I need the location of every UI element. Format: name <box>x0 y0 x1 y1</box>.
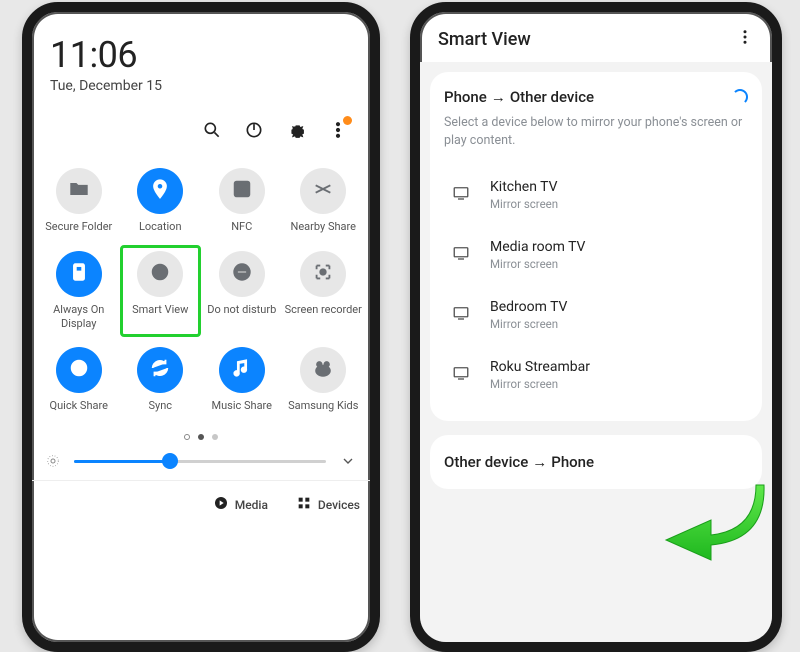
tile-samsung-kids[interactable]: Samsung Kids <box>283 339 365 422</box>
tile-secure-folder[interactable]: Secure Folder <box>38 160 120 243</box>
media-button[interactable]: Media <box>213 495 268 514</box>
page-title: Smart View <box>438 29 531 50</box>
tile-sync[interactable]: Sync <box>120 339 202 422</box>
brightness-expand-icon[interactable] <box>336 453 360 469</box>
smart-view-phone: Smart View Phone → Other device Select a… <box>410 2 782 652</box>
device-to-phone-card[interactable]: Other device → Phone <box>430 435 762 489</box>
search-icon[interactable] <box>202 120 222 144</box>
smart-view-header: Smart View <box>420 12 772 62</box>
aod-icon <box>68 261 90 287</box>
annotation-arrow-icon <box>656 475 766 585</box>
device-list: Kitchen TV Mirror screen Media room TV M… <box>444 165 748 405</box>
tile-nfc[interactable]: NFC <box>201 160 283 243</box>
arrow-right-icon: → <box>532 453 547 471</box>
arrow-right-icon: → <box>491 88 506 106</box>
utility-row <box>32 100 370 150</box>
tv-icon <box>450 304 472 326</box>
quick-share-icon <box>68 357 90 383</box>
smart-view-body: Phone → Other device Select a device bel… <box>420 62 772 652</box>
tile-do-not-disturb[interactable]: Do not disturb <box>201 243 283 340</box>
device-item-roku-streambar[interactable]: Roku Streambar Mirror screen <box>444 345 748 405</box>
smart-view-icon <box>149 261 171 287</box>
nearby-share-icon <box>312 178 334 204</box>
tv-icon <box>450 244 472 266</box>
notification-badge-icon <box>343 116 352 125</box>
more-vert-icon[interactable] <box>736 28 754 50</box>
tile-quick-share[interactable]: Quick Share <box>38 339 120 422</box>
tile-always-on-display[interactable]: Always On Display <box>38 243 120 340</box>
bottom-bar: Media Devices <box>32 480 370 530</box>
tile-location[interactable]: Location <box>120 160 202 243</box>
brightness-low-icon <box>42 450 64 472</box>
loading-spinner-icon <box>732 89 748 105</box>
quick-tiles-grid: Secure Folder Location NFC Nearby Share … <box>32 150 370 426</box>
screen-recorder-icon <box>312 261 334 287</box>
more-vert-icon[interactable] <box>328 120 348 144</box>
clock-date: Tue, December 15 <box>50 78 352 94</box>
music-share-icon <box>231 357 253 383</box>
device-item-bedroom-tv[interactable]: Bedroom TV Mirror screen <box>444 285 748 345</box>
play-circle-icon <box>213 495 229 514</box>
kids-icon <box>312 357 334 383</box>
sync-icon <box>149 357 171 383</box>
tile-music-share[interactable]: Music Share <box>201 339 283 422</box>
nfc-icon <box>231 178 253 204</box>
settings-icon[interactable] <box>286 120 306 144</box>
power-icon[interactable] <box>244 120 264 144</box>
card-heading: Other device → Phone <box>444 453 748 471</box>
folder-icon <box>68 178 90 204</box>
device-item-media-room-tv[interactable]: Media room TV Mirror screen <box>444 225 748 285</box>
brightness-slider[interactable] <box>32 448 370 480</box>
phone-to-device-card: Phone → Other device Select a device bel… <box>430 72 762 421</box>
device-item-kitchen-tv[interactable]: Kitchen TV Mirror screen <box>444 165 748 225</box>
brightness-track[interactable] <box>74 460 326 463</box>
location-icon <box>149 178 171 204</box>
tv-icon <box>450 364 472 386</box>
dnd-icon <box>231 261 253 287</box>
tile-smart-view[interactable]: Smart View <box>120 243 202 340</box>
page-indicator[interactable] <box>32 434 370 440</box>
tile-nearby-share[interactable]: Nearby Share <box>283 160 365 243</box>
devices-grid-icon <box>296 495 312 514</box>
clock-time: 11:06 <box>50 34 352 76</box>
quick-settings-phone: 11:06 Tue, December 15 Secure Folder Loc… <box>22 2 380 652</box>
tv-icon <box>450 184 472 206</box>
clock-area: 11:06 Tue, December 15 <box>32 12 370 100</box>
card-heading: Phone → Other device <box>444 88 748 106</box>
card-subtitle: Select a device below to mirror your pho… <box>444 114 748 149</box>
tile-screen-recorder[interactable]: Screen recorder <box>283 243 365 340</box>
devices-button[interactable]: Devices <box>296 495 360 514</box>
